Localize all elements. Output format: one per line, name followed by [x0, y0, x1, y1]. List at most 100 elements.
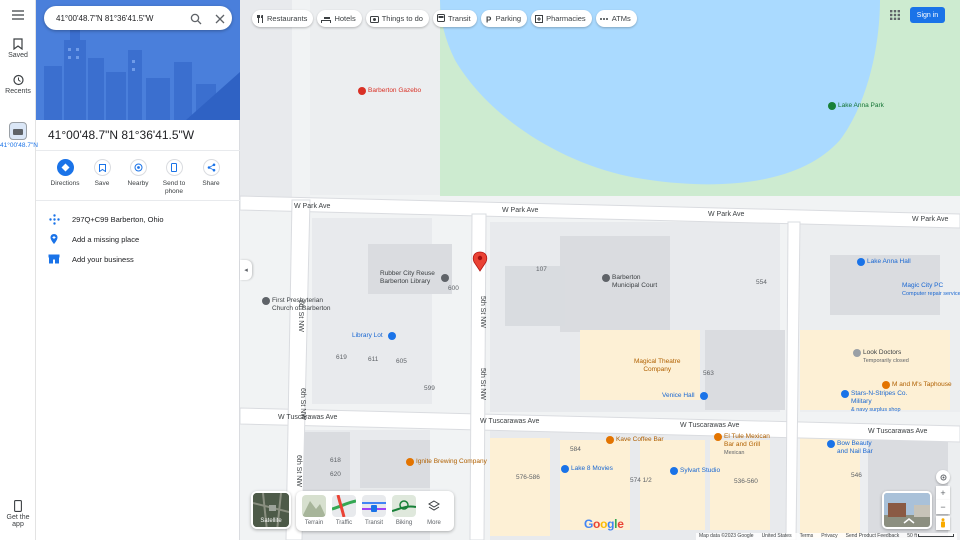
street-view-preview — [884, 493, 930, 527]
address-number: 619 — [336, 354, 347, 361]
poi-gazebo[interactable]: Barberton Gazebo — [358, 87, 421, 95]
zoom-in-button[interactable]: + — [936, 486, 950, 500]
poi-m-and-ms[interactable]: M and M's Taphouse — [882, 381, 952, 389]
map-footer: Map data ©2023 Google United States Term… — [696, 533, 958, 540]
poi-kave[interactable]: Kave Coffee Bar — [606, 436, 664, 444]
layer-label: More — [427, 520, 441, 526]
nearby-button[interactable]: Nearby — [120, 159, 156, 188]
recent-place-item[interactable]: 41°00'48.7"N — [0, 122, 38, 150]
terms-link[interactable]: Terms — [800, 533, 814, 540]
poi-el-tule[interactable]: El Tule Mexican Bar and Grill Mexican — [714, 433, 770, 457]
poi-presbyterian[interactable]: First Presbyterian Church of Barberton — [262, 297, 331, 313]
government-icon — [602, 274, 610, 282]
map-graphics — [240, 0, 960, 540]
collapse-panel-button[interactable]: ◂ — [240, 260, 252, 280]
bar-icon — [882, 381, 890, 389]
poi-label: and Nail Bar — [837, 448, 873, 455]
search-box[interactable] — [44, 6, 232, 30]
poi-magic-city[interactable]: Magic City PC Computer repair service — [902, 282, 960, 298]
address-number: 576-586 — [516, 474, 540, 481]
poi-stars-n-stripes[interactable]: Stars-N-Stripes Co. Military & navy surplu… — [841, 390, 907, 414]
terrain-icon — [302, 495, 326, 517]
poi-rubber-city[interactable]: Rubber City Reuse Barberton Library — [380, 270, 449, 286]
share-button[interactable]: Share — [193, 159, 229, 188]
poi-label: Venice Hall — [662, 392, 695, 399]
close-icon[interactable] — [214, 12, 226, 30]
get-app-button[interactable]: Get the app — [0, 500, 36, 528]
transit-layer-button[interactable]: Transit — [362, 495, 386, 527]
poi-label: Barberton — [612, 274, 641, 281]
street-label: W Tuscarawas Ave — [480, 418, 540, 425]
chip-pharmacies[interactable]: Pharmacies — [531, 10, 592, 27]
poi-magical-theatre[interactable]: Magical Theatre Company — [634, 358, 681, 374]
poi-label: Kave Coffee Bar — [616, 436, 664, 443]
poi-label: M and M's Taphouse — [892, 381, 952, 388]
transit-icon — [436, 14, 445, 22]
poi-lake-anna-park[interactable]: Lake Anna Park — [828, 102, 884, 110]
poi-lake-anna-hall[interactable]: Lake Anna Hall — [857, 258, 911, 266]
chip-restaurants[interactable]: Restaurants — [252, 10, 314, 27]
sign-in-button[interactable]: Sign in — [910, 7, 945, 23]
street-label: W Park Ave — [294, 203, 331, 210]
send-to-phone-button[interactable]: Send to phone — [156, 159, 192, 196]
zoom-out-button[interactable]: − — [936, 500, 950, 514]
chip-parking[interactable]: P Parking — [480, 10, 528, 27]
maps-app: W Park Ave W Park Ave W Park Ave W Park … — [0, 0, 960, 540]
scale-line — [918, 534, 955, 538]
add-missing-place-row[interactable]: Add a missing place — [36, 229, 240, 249]
my-location-button[interactable] — [936, 470, 950, 484]
saved-button[interactable]: Saved — [0, 38, 36, 59]
map-canvas[interactable]: W Park Ave W Park Ave W Park Ave W Park … — [240, 0, 960, 540]
poi-lake-8[interactable]: Lake 8 Movies — [561, 465, 613, 473]
poi-sylvart[interactable]: Sylvart Studio — [670, 467, 720, 475]
apps-grid-icon — [890, 10, 900, 20]
poi-library-lot[interactable]: Library Lot — [352, 332, 396, 340]
address-number: 605 — [396, 358, 407, 365]
poi-venice-hall[interactable]: Venice Hall — [662, 392, 708, 400]
search-icon[interactable] — [190, 12, 202, 30]
chip-transit[interactable]: Transit — [432, 10, 477, 27]
poi-label: Rubber City Reuse — [380, 270, 435, 277]
plus-code-row[interactable]: 297Q+C99 Barberton, Ohio — [36, 209, 240, 229]
poi-label: Bow Beauty — [837, 440, 872, 447]
hamburger-menu-icon — [12, 10, 24, 20]
directions-button[interactable]: Directions — [47, 159, 83, 188]
save-button[interactable]: Save — [84, 159, 120, 188]
layers-panel: Terrain Traffic Transit Biking More — [296, 491, 454, 531]
poi-municipal-court[interactable]: Barberton Municipal Court — [602, 274, 657, 290]
search-input[interactable] — [56, 13, 182, 23]
terrain-layer-button[interactable]: Terrain — [302, 495, 326, 527]
biking-layer-button[interactable]: Biking — [392, 495, 416, 527]
chip-atms[interactable]: ATMs — [595, 10, 637, 27]
poi-bow-beauty[interactable]: Bow Beauty and Nail Bar — [827, 440, 873, 456]
address-number: 618 — [330, 457, 341, 464]
poi-ignite[interactable]: Ignite Brewing Company — [406, 458, 487, 466]
privacy-link[interactable]: Privacy — [821, 533, 837, 540]
recents-button[interactable]: Recents — [0, 74, 36, 95]
satellite-layer-toggle[interactable]: Satellite — [251, 491, 291, 529]
menu-button[interactable] — [0, 10, 36, 22]
bar-icon — [406, 458, 414, 466]
address-number: 107 — [536, 266, 547, 273]
google-apps-button[interactable] — [888, 8, 902, 27]
more-layers-button[interactable]: More — [422, 495, 446, 527]
directions-icon — [56, 159, 74, 176]
poi-label: Lake Anna Park — [838, 102, 884, 109]
street-view-thumbnail[interactable] — [882, 491, 932, 529]
svg-text:P: P — [486, 15, 492, 23]
poi-look-doctors[interactable]: Look Doctors Temporarily closed — [853, 349, 909, 365]
feedback-link[interactable]: Send Product Feedback — [846, 533, 900, 540]
poi-label: Sylvart Studio — [680, 467, 721, 474]
poi-label: Military — [851, 398, 872, 405]
add-business-row[interactable]: Add your business — [36, 249, 240, 269]
chip-things-to-do[interactable]: Things to do — [365, 10, 429, 27]
camera-icon — [369, 15, 379, 23]
traffic-layer-button[interactable]: Traffic — [332, 495, 356, 527]
pegman-button[interactable] — [936, 516, 950, 530]
country-link[interactable]: United States — [762, 533, 792, 540]
shop-icon — [841, 390, 849, 398]
street-label: 6th St NW — [299, 388, 306, 420]
poi-label: Stars-N-Stripes Co. — [851, 390, 908, 397]
scale-bar[interactable]: 50 ft — [907, 533, 955, 540]
chip-hotels[interactable]: Hotels — [317, 10, 362, 27]
